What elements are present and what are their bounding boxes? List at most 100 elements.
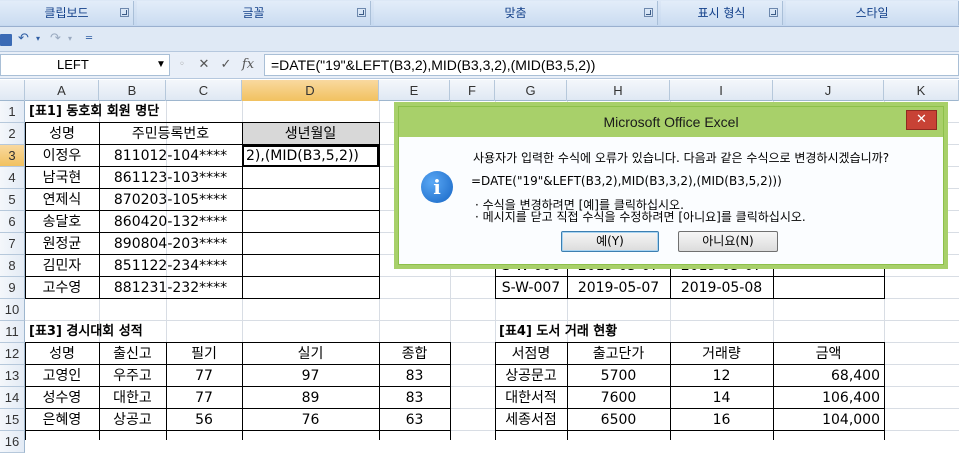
dialog-launcher-icon[interactable] [120,8,129,17]
table-header-cell[interactable]: 생년월일 [242,123,379,145]
column-header-g[interactable]: G [495,80,567,101]
table-cell[interactable]: 104,000 [773,409,884,431]
redo-icon[interactable]: ↷ [50,30,61,48]
select-all-corner[interactable] [0,80,25,101]
table-cell[interactable]: 상공문고 [495,365,567,387]
table-header-cell[interactable]: 종합 [379,343,450,365]
table-cell[interactable]: 14 [670,387,773,409]
table-cell[interactable]: 대한고 [99,387,166,409]
row-header[interactable]: 16 [0,431,25,453]
table-cell[interactable]: 은혜영 [25,409,99,431]
table-header-cell[interactable]: 서점명 [495,343,567,365]
table-cell[interactable]: 83 [379,387,450,409]
table-cell[interactable]: 106,400 [773,387,884,409]
table-cell[interactable]: 12 [670,365,773,387]
column-header-j[interactable]: J [773,80,884,101]
ribbon-group-clipboard[interactable]: 클립보드 [0,1,134,25]
close-icon[interactable]: ✕ [906,110,937,130]
table-cell[interactable]: 6500 [567,409,670,431]
column-header-d[interactable]: D [242,80,379,101]
row-header[interactable]: 9 [0,277,25,299]
no-button[interactable]: 아니요(N) [678,231,778,252]
name-box[interactable]: LEFT ▼ [0,54,170,76]
table-header-cell[interactable]: 성명 [25,123,99,145]
table-cell[interactable]: 851122-234**** [99,255,242,277]
table-cell[interactable]: 63 [379,409,450,431]
table-cell[interactable]: 5700 [567,365,670,387]
table-cell[interactable]: 고수영 [25,277,99,299]
column-header-h[interactable]: H [567,80,670,101]
table-cell[interactable]: 세종서점 [495,409,567,431]
table-cell[interactable]: 68,400 [773,365,884,387]
column-header-k[interactable]: K [884,80,959,101]
save-icon[interactable] [0,34,12,46]
ribbon-group-alignment[interactable]: 맞춤 [374,1,658,25]
customize-qat-icon[interactable]: ═ [86,30,92,48]
table-header-cell[interactable]: 주민등록번호 [99,123,242,145]
row-header[interactable]: 8 [0,255,25,277]
column-header-e[interactable]: E [379,80,450,101]
table-cell[interactable]: 811012-104**** [99,145,242,167]
table-cell[interactable]: 7600 [567,387,670,409]
table-cell[interactable]: 56 [166,409,242,431]
table-cell[interactable]: 성수영 [25,387,99,409]
table-cell[interactable]: 16 [670,409,773,431]
column-header-i[interactable]: I [670,80,773,101]
table-cell[interactable]: 우주고 [99,365,166,387]
table-cell[interactable]: 상공고 [99,409,166,431]
table-cell[interactable]: 남국현 [25,167,99,189]
ribbon-group-font[interactable]: 글꼴 [137,1,371,25]
enter-icon[interactable]: ✓ [216,55,236,75]
insert-function-icon[interactable]: fx [238,55,258,75]
dialog-launcher-icon[interactable] [357,8,366,17]
table-cell[interactable]: 870203-105**** [99,189,242,211]
table-header-cell[interactable]: 출신고 [99,343,166,365]
table-cell[interactable]: 77 [166,387,242,409]
row-header[interactable]: 3 [0,145,25,167]
table-cell[interactable]: 881231-232**** [99,277,242,299]
row-header[interactable]: 5 [0,189,25,211]
formula-input[interactable]: =DATE("19"&LEFT(B3,2),MID(B3,3,2),(MID(B… [264,54,959,76]
table-header-cell[interactable]: 성명 [25,343,99,365]
column-header-f[interactable]: F [450,80,495,101]
table-cell[interactable]: 대한서적 [495,387,567,409]
row-header[interactable]: 15 [0,409,25,431]
table-cell[interactable]: 2019-05-07 [567,277,670,299]
table-cell[interactable]: 83 [379,365,450,387]
table-header-cell[interactable]: 필기 [166,343,242,365]
table-header-cell[interactable]: 거래량 [670,343,773,365]
table-cell[interactable]: 76 [242,409,379,431]
table-cell[interactable]: 77 [166,365,242,387]
table-cell[interactable]: 송달호 [25,211,99,233]
row-header[interactable]: 6 [0,211,25,233]
active-cell-editor[interactable]: 2),(MID(B3,5,2)) [242,145,379,167]
row-header[interactable]: 10 [0,299,25,321]
ribbon-group-number[interactable]: 표시 형식 [661,1,783,25]
table-cell[interactable]: 861123-103**** [99,167,242,189]
table-header-cell[interactable]: 금액 [773,343,884,365]
row-header[interactable]: 7 [0,233,25,255]
table-cell[interactable]: S-W-007 [495,277,567,299]
row-header[interactable]: 12 [0,343,25,365]
table-cell[interactable]: 890804-203**** [99,233,242,255]
ribbon-group-styles[interactable]: 스타일 [786,1,959,25]
chevron-down-icon[interactable]: ▾ [68,30,72,48]
column-header-a[interactable]: A [25,80,99,101]
column-header-c[interactable]: C [166,80,242,101]
yes-button[interactable]: 예(Y) [561,231,659,252]
table-cell[interactable]: 고영인 [25,365,99,387]
row-header[interactable]: 4 [0,167,25,189]
table-cell[interactable]: 김민자 [25,255,99,277]
table-cell[interactable]: 원정균 [25,233,99,255]
table-cell[interactable]: 연제식 [25,189,99,211]
dialog-launcher-icon[interactable] [644,8,653,17]
table-cell[interactable]: 97 [242,365,379,387]
cancel-icon[interactable]: ✕ [194,55,214,75]
chevron-down-icon[interactable]: ▼ [156,55,166,75]
row-header[interactable]: 11 [0,321,25,343]
table-cell[interactable]: 89 [242,387,379,409]
table-cell[interactable]: 860420-132**** [99,211,242,233]
table-cell[interactable]: 이정우 [25,145,99,167]
row-header[interactable]: 1 [0,101,25,123]
row-header[interactable]: 2 [0,123,25,145]
